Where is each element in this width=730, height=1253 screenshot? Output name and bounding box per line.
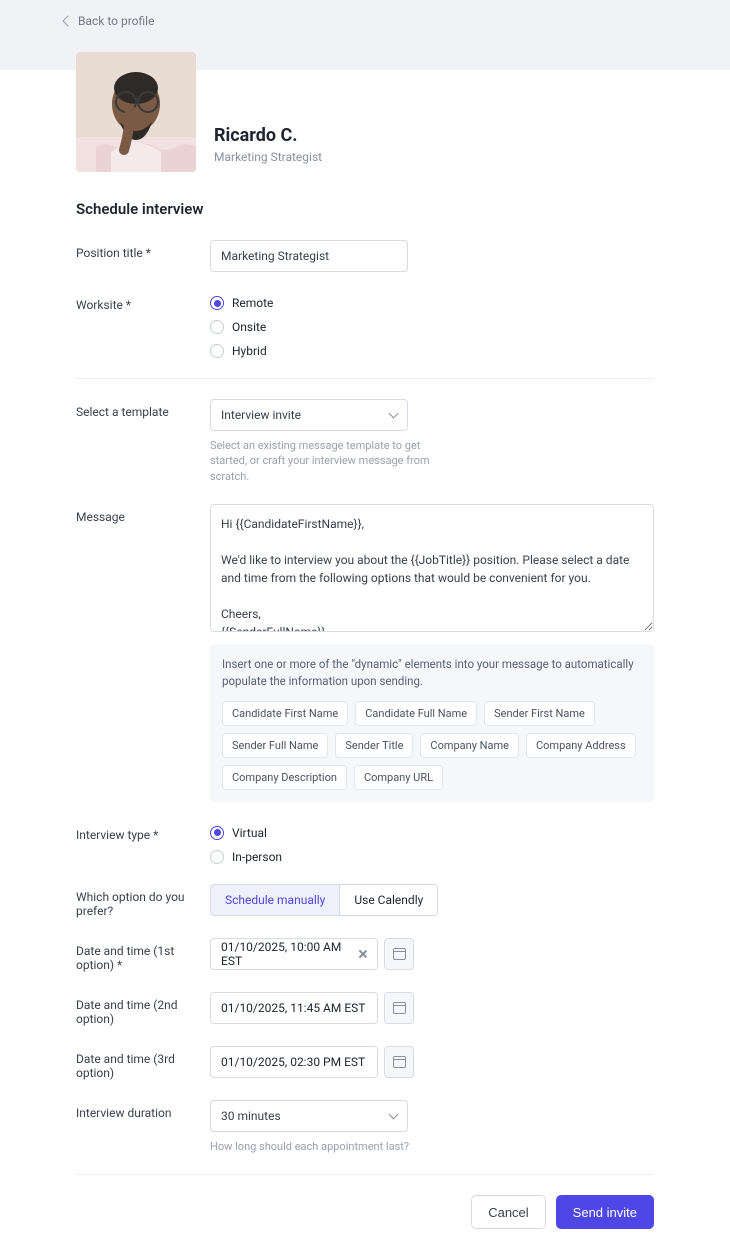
profile-name: Ricardo C. [214,125,322,146]
page-title: Schedule interview [76,200,654,218]
radio-icon [210,344,224,358]
divider [76,1174,654,1175]
calendar-button-2[interactable] [384,992,414,1024]
schedule-pref-label: Which option do you prefer? [76,884,210,918]
message-label: Message [76,504,210,524]
dynamic-tag[interactable]: Sender Title [335,733,413,758]
duration-helper: How long should each appointment last? [210,1139,654,1154]
worksite-radio-group: Remote Onsite Hybrid [210,292,654,358]
chevron-left-icon [62,15,73,26]
profile-header: Ricardo C. Marketing Strategist [76,52,654,172]
dynamic-tag[interactable]: Sender Full Name [222,733,328,758]
dynamic-tag[interactable]: Company Address [526,733,636,758]
datetime-1-input[interactable]: 01/10/2025, 10:00 AM EST [210,938,378,970]
interview-type-radio-in-person[interactable]: In-person [210,850,654,864]
dynamic-tag[interactable]: Company Description [222,765,347,790]
interview-type-radio-virtual[interactable]: Virtual [210,826,654,840]
dynamic-intro: Insert one or more of the "dynamic" elem… [222,656,642,691]
dynamic-tag[interactable]: Candidate First Name [222,701,348,726]
worksite-radio-onsite[interactable]: Onsite [210,320,654,334]
send-invite-button[interactable]: Send invite [556,1195,654,1229]
calendar-button-3[interactable] [384,1046,414,1078]
radio-label: Hybrid [232,344,267,358]
position-input[interactable]: Marketing Strategist [210,240,408,272]
worksite-radio-hybrid[interactable]: Hybrid [210,344,654,358]
calendar-button-1[interactable] [384,938,414,970]
interview-type-radio-group: Virtual In-person [210,822,654,864]
cancel-button[interactable]: Cancel [471,1195,545,1229]
divider [76,378,654,379]
schedule-seg-schedule-manually[interactable]: Schedule manually [211,885,339,915]
worksite-radio-remote[interactable]: Remote [210,296,654,310]
dt1-label: Date and time (1st option) * [76,938,210,972]
datetime-2-input[interactable]: 01/10/2025, 11:45 AM EST [210,992,378,1024]
radio-label: Virtual [232,826,267,840]
template-select[interactable]: Interview invite [210,399,408,431]
message-textarea[interactable] [210,504,654,632]
dt3-label: Date and time (3rd option) [76,1046,210,1080]
dynamic-tag[interactable]: Sender First Name [484,701,595,726]
back-link[interactable]: Back to profile [64,14,154,28]
radio-icon [210,826,224,840]
datetime-3-input[interactable]: 01/10/2025, 02:30 PM EST [210,1046,378,1078]
profile-role: Marketing Strategist [214,150,322,164]
dynamic-tag[interactable]: Candidate Full Name [355,701,477,726]
calendar-icon [393,1002,406,1014]
dynamic-panel: Insert one or more of the "dynamic" elem… [210,644,654,802]
calendar-icon [393,948,406,960]
radio-label: Onsite [232,320,266,334]
template-label: Select a template [76,399,210,419]
dynamic-tag[interactable]: Company URL [354,765,443,790]
dt2-label: Date and time (2nd option) [76,992,210,1026]
chevron-down-icon [389,1109,399,1119]
duration-select[interactable]: 30 minutes [210,1100,408,1132]
avatar [76,52,196,172]
duration-label: Interview duration [76,1100,210,1120]
chevron-down-icon [389,409,399,419]
radio-icon [210,320,224,334]
calendar-icon [393,1056,406,1068]
position-label: Position title * [76,240,210,260]
dynamic-tag[interactable]: Company Name [420,733,519,758]
clear-icon[interactable] [358,949,367,959]
radio-label: In-person [232,850,282,864]
radio-label: Remote [232,296,273,310]
schedule-seg-use-calendly[interactable]: Use Calendly [339,885,437,915]
interview-type-label: Interview type * [76,822,210,842]
back-link-label: Back to profile [78,14,154,28]
radio-icon [210,850,224,864]
template-helper: Select an existing message template to g… [210,438,435,484]
radio-icon [210,296,224,310]
worksite-label: Worksite * [76,292,210,312]
schedule-segmented: Schedule manuallyUse Calendly [210,884,438,916]
